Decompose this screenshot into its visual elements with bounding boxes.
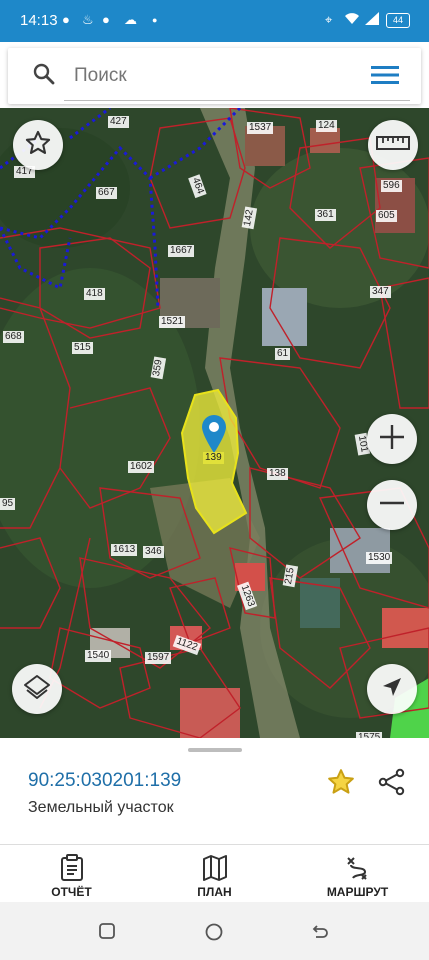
back-icon[interactable] <box>310 922 330 947</box>
selected-parcel-label[interactable]: 139 <box>203 452 224 464</box>
parcel-label[interactable]: 61 <box>275 348 291 360</box>
zoom-in-button[interactable] <box>367 414 417 464</box>
layers-icon <box>22 672 52 707</box>
cadastral-number[interactable]: 90:25:030201:139 <box>28 770 181 792</box>
minus-icon <box>378 489 406 522</box>
parcel-label[interactable]: 1537 <box>247 122 274 134</box>
favorites-button[interactable] <box>13 120 63 170</box>
ruler-button[interactable] <box>368 120 418 170</box>
selected-parcel-pin[interactable] <box>200 413 228 453</box>
tab-report[interactable]: ОТЧЁТ <box>0 845 143 903</box>
chat-bubbles-icon: ● <box>102 12 110 27</box>
recent-apps-icon[interactable] <box>98 922 116 945</box>
plus-icon <box>378 423 406 456</box>
parcel-label[interactable]: 346 <box>143 546 164 558</box>
parcel-label[interactable]: 1667 <box>168 245 195 257</box>
bottom-tab-bar: ОТЧЁТ ПЛАН МАРШРУТ <box>0 844 429 903</box>
map-plan-icon <box>203 855 227 881</box>
tab-report-label: ОТЧЁТ <box>51 885 92 899</box>
star-outline-icon <box>24 129 52 162</box>
home-icon[interactable] <box>204 922 224 947</box>
parcel-label[interactable]: 596 <box>381 180 402 192</box>
tab-plan-label: ПЛАН <box>197 885 232 899</box>
parcel-label[interactable]: 347 <box>370 286 391 298</box>
search-bar <box>8 48 421 104</box>
tab-route[interactable]: МАРШРУТ <box>286 845 429 903</box>
chat-icon: ● <box>62 12 70 27</box>
parcel-label[interactable]: 605 <box>376 210 397 222</box>
parcel-label[interactable]: 1613 <box>111 544 138 556</box>
parcel-label[interactable]: 515 <box>72 342 93 354</box>
object-type: Земельный участок <box>28 799 174 816</box>
battery-icon: 44 <box>386 13 410 28</box>
report-icon <box>61 854 83 881</box>
parcel-info-sheet: 90:25:030201:139 Земельный участок <box>0 738 429 844</box>
my-location-button[interactable] <box>367 664 417 714</box>
parcel-label[interactable]: 138 <box>267 468 288 480</box>
parcel-label[interactable]: 1540 <box>85 650 112 662</box>
parcel-label[interactable]: 667 <box>96 187 117 199</box>
status-bar: 14:13 ● ♨ ● ☁ ● ⌖ 44 <box>0 0 429 42</box>
parcel-label[interactable]: 1530 <box>366 552 393 564</box>
parcel-label[interactable]: 95 <box>0 498 16 510</box>
flame-icon: ♨ <box>82 12 94 27</box>
search-icon[interactable] <box>32 62 56 91</box>
wifi-icon <box>344 12 360 28</box>
layers-button[interactable] <box>12 664 62 714</box>
parcel-label[interactable]: 1597 <box>145 652 172 664</box>
tab-plan[interactable]: ПЛАН <box>143 845 286 903</box>
status-time: 14:13 <box>20 12 58 29</box>
route-icon <box>347 857 367 880</box>
search-input[interactable] <box>72 60 356 92</box>
share-icon[interactable] <box>377 767 407 802</box>
search-underline <box>64 100 410 101</box>
parcel-label[interactable]: 1602 <box>128 461 155 473</box>
map-view[interactable]: 427 124 1537 417 667 1667 142 596 605 36… <box>0 108 429 738</box>
parcel-label[interactable]: 668 <box>3 331 24 343</box>
hamburger-menu-icon[interactable] <box>370 62 400 88</box>
parcel-label[interactable]: 361 <box>315 209 336 221</box>
tab-route-label: МАРШРУТ <box>326 885 389 899</box>
location-icon: ⌖ <box>325 12 333 27</box>
ruler-icon <box>376 134 410 157</box>
system-nav-bar <box>0 902 429 960</box>
cloud-icon: ☁ <box>124 12 137 27</box>
parcel-label[interactable]: 1521 <box>159 316 186 328</box>
favorite-star-icon[interactable] <box>326 767 356 802</box>
signal-icon <box>365 12 379 28</box>
sheet-drag-handle[interactable] <box>188 748 242 752</box>
dot-icon: ● <box>152 15 158 25</box>
parcel-label[interactable]: 124 <box>316 120 337 132</box>
zoom-out-button[interactable] <box>367 480 417 530</box>
parcel-label[interactable]: 427 <box>108 116 129 128</box>
navigation-arrow-icon <box>380 675 404 704</box>
parcel-label[interactable]: 418 <box>84 288 105 300</box>
